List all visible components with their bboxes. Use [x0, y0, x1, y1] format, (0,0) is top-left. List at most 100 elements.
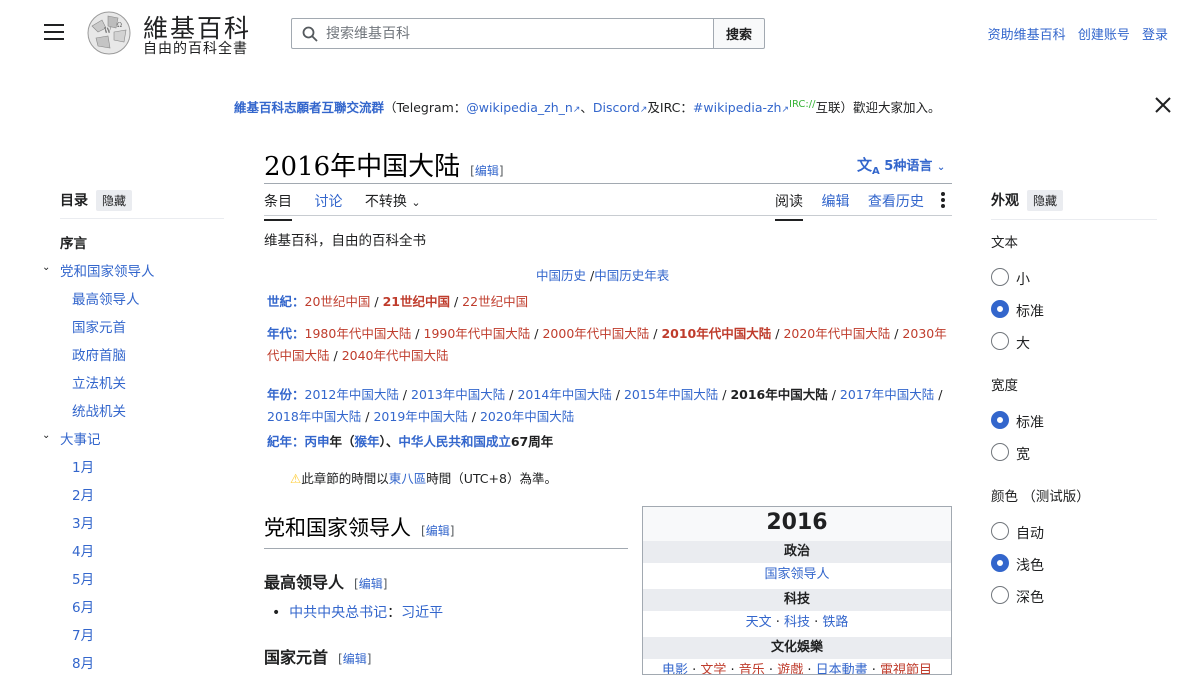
- bracket: ]: [366, 652, 372, 666]
- search-button[interactable]: 搜索: [713, 18, 765, 49]
- banner-discord-link[interactable]: Discord: [593, 100, 640, 115]
- search-box[interactable]: [291, 18, 714, 49]
- banner-irc-link[interactable]: #wikipedia-zh: [693, 100, 782, 115]
- text-size-option-label[interactable]: 标准: [1016, 301, 1044, 321]
- close-icon[interactable]: [1153, 95, 1173, 115]
- title-edit-link[interactable]: 编辑: [475, 164, 499, 178]
- general-secretary-link[interactable]: 中共中央总书记: [289, 605, 387, 621]
- toc-item[interactable]: 3月: [72, 512, 94, 532]
- era-bing-link[interactable]: 丙申: [305, 434, 330, 449]
- more-actions-icon[interactable]: [940, 190, 946, 210]
- decade-link[interactable]: 2000年代中国大陆: [542, 326, 649, 341]
- toc-hide-button[interactable]: 隐藏: [96, 190, 133, 211]
- section-edit-link[interactable]: 编辑: [426, 524, 450, 538]
- section-edit-link[interactable]: 编辑: [359, 577, 383, 591]
- color-radio[interactable]: [991, 522, 1009, 540]
- year-link[interactable]: 2012年中国大陆: [305, 387, 399, 402]
- wikipedia-globe-logo[interactable]: W Ω: [84, 10, 134, 56]
- section-edit-link[interactable]: 编辑: [343, 652, 367, 666]
- width-radio[interactable]: [991, 411, 1009, 429]
- toc-item[interactable]: 7月: [72, 624, 94, 644]
- era-monkey-link[interactable]: 猴年: [355, 434, 380, 449]
- separator: /: [329, 348, 342, 363]
- notice-text: 時間（UTC+8）為準。: [426, 471, 557, 486]
- appearance-hide-button[interactable]: 隐藏: [1027, 190, 1064, 211]
- astronomy-link[interactable]: 天文: [746, 615, 772, 630]
- era-prc-link[interactable]: 中华人民共和国成立: [398, 434, 511, 449]
- banner-group-link[interactable]: 維基百科志願者互聯交流群: [234, 100, 384, 115]
- century-link[interactable]: 22世纪中国: [462, 294, 528, 309]
- history-table-link[interactable]: 中国历史年表: [594, 268, 669, 283]
- section-heading-text: 党和国家领导人: [264, 516, 411, 540]
- toc-item[interactable]: 5月: [72, 568, 94, 588]
- toc-item[interactable]: 党和国家领导人: [60, 260, 155, 280]
- color-option-label[interactable]: 浅色: [1016, 555, 1044, 575]
- color-option-label[interactable]: 深色: [1016, 587, 1044, 607]
- year-link[interactable]: 2017年中国大陆: [840, 387, 934, 402]
- toc-item[interactable]: 6月: [72, 596, 94, 616]
- tab-article[interactable]: 条目: [264, 191, 292, 221]
- text-size-option-label[interactable]: 小: [1016, 269, 1030, 289]
- leaders-link[interactable]: 国家领导人: [764, 567, 829, 582]
- width-option-label[interactable]: 宽: [1016, 444, 1030, 464]
- toc-item[interactable]: 立法机关: [72, 372, 126, 392]
- history-link[interactable]: 中国历史: [536, 268, 586, 283]
- color-option-label[interactable]: 自动: [1016, 523, 1044, 543]
- text-size-radio[interactable]: [991, 332, 1009, 350]
- decade-link[interactable]: 2030年: [902, 326, 946, 341]
- decade-link[interactable]: 2020年代中国大陆: [783, 326, 890, 341]
- century-link-current[interactable]: 21世纪中国: [383, 294, 450, 309]
- width-option-label[interactable]: 标准: [1016, 412, 1044, 432]
- chevron-down-icon[interactable]: ⌄: [42, 430, 50, 441]
- year-link[interactable]: 2020年中国大陆: [480, 409, 574, 424]
- toc-item[interactable]: 1月: [72, 456, 94, 476]
- main-menu-icon[interactable]: [44, 24, 64, 40]
- text-size-option-label[interactable]: 大: [1016, 333, 1030, 353]
- literature-link[interactable]: 文学: [700, 663, 726, 674]
- toc-item[interactable]: 大事记: [60, 428, 101, 448]
- toc-item[interactable]: 4月: [72, 540, 94, 560]
- railway-link[interactable]: 铁路: [822, 615, 848, 630]
- tab-read[interactable]: 阅读: [775, 191, 803, 221]
- login-link[interactable]: 登录: [1142, 28, 1168, 43]
- toc-item[interactable]: 序言: [60, 232, 87, 252]
- chevron-down-icon[interactable]: ⌄: [42, 262, 50, 273]
- anime-link[interactable]: 日本動畫: [816, 663, 868, 674]
- year-link[interactable]: 2015年中国大陆: [624, 387, 718, 402]
- film-link[interactable]: 电影: [662, 663, 688, 674]
- toc-item[interactable]: 2月: [72, 484, 94, 504]
- decade-link[interactable]: 2040年代中国大陆: [342, 348, 449, 363]
- technology-link[interactable]: 科技: [784, 615, 810, 630]
- tv-link[interactable]: 電視節目: [880, 663, 932, 674]
- music-link[interactable]: 音乐: [739, 663, 765, 674]
- create-account-link[interactable]: 创建账号: [1078, 28, 1130, 43]
- separator: /: [771, 326, 784, 341]
- decade-link[interactable]: 1990年代中国大陆: [424, 326, 531, 341]
- text-size-radio[interactable]: [991, 300, 1009, 318]
- year-current: 2016年中国大陆: [730, 387, 828, 402]
- year-link[interactable]: 2018年中国大陆: [267, 409, 361, 424]
- toc-item[interactable]: 最高领导人: [72, 288, 140, 308]
- year-link[interactable]: 2013年中国大陆: [411, 387, 505, 402]
- year-link[interactable]: 2019年中国大陆: [373, 409, 467, 424]
- year-link[interactable]: 2014年中国大陆: [517, 387, 611, 402]
- xi-jinping-link[interactable]: 习近平: [401, 605, 443, 621]
- width-radio[interactable]: [991, 443, 1009, 461]
- color-radio[interactable]: [991, 554, 1009, 572]
- toc-item[interactable]: 8月: [72, 652, 94, 672]
- decade-link[interactable]: 1980年代中国大陆: [305, 326, 412, 341]
- toc-item[interactable]: 政府首脑: [72, 344, 126, 364]
- decade-link-current[interactable]: 2010年代中国大陆: [661, 326, 771, 341]
- search-input[interactable]: [326, 23, 706, 45]
- toc-item[interactable]: 国家元首: [72, 316, 126, 336]
- color-radio[interactable]: [991, 586, 1009, 604]
- century-link[interactable]: 20世纪中国: [305, 294, 371, 309]
- games-link[interactable]: 遊戲: [777, 663, 803, 674]
- timezone-link[interactable]: 東八區: [389, 471, 427, 486]
- text-size-radio[interactable]: [991, 268, 1009, 286]
- banner-telegram-link[interactable]: @wikipedia_zh_n: [466, 100, 573, 115]
- donate-link[interactable]: 资助维基百科: [988, 28, 1066, 43]
- toc-item[interactable]: 统战机关: [72, 400, 126, 420]
- language-button[interactable]: 文A 5种语言 ⌄: [857, 154, 945, 177]
- decade-link[interactable]: 代中国大陆: [267, 348, 330, 363]
